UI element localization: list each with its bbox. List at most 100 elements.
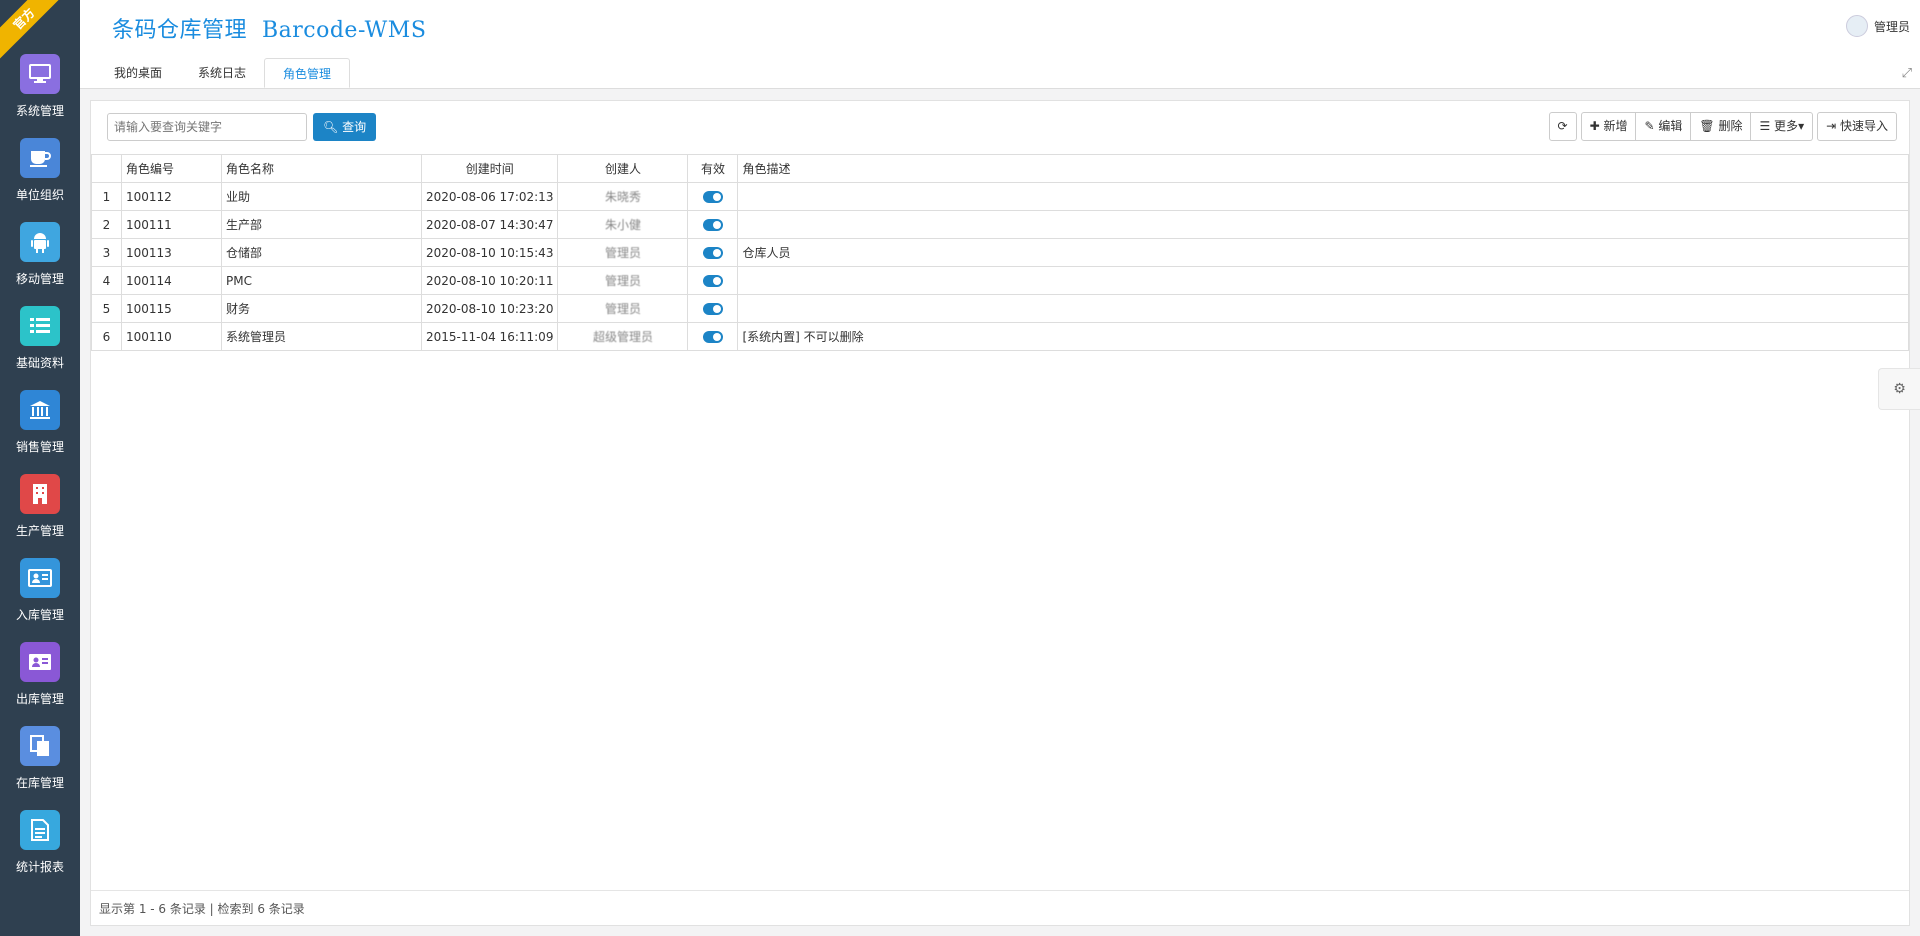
toggle-switch[interactable] — [702, 331, 723, 343]
valid-toggle — [687, 210, 739, 239]
sidebar-item-stock[interactable]: 在库管理 — [0, 726, 80, 810]
table-header: 角色编号 角色名称 创建时间 创建人 有效 角色描述 — [91, 154, 1909, 183]
list-icon — [20, 306, 60, 346]
id-card-icon — [20, 558, 60, 598]
caret-down-icon: ▾ — [1798, 119, 1805, 133]
tab-desktop[interactable]: 我的桌面 — [96, 58, 180, 88]
more-button-label: 更多 — [1774, 119, 1799, 133]
sidebar-item-inbound[interactable]: 入库管理 — [0, 558, 80, 642]
toggle-switch[interactable] — [702, 191, 723, 203]
sidebar-item-label: 在库管理 — [15, 776, 64, 790]
creator: 管理员 — [557, 294, 689, 323]
sidebar-item-label: 生产管理 — [15, 524, 64, 538]
sidebar-item-outbound[interactable]: 出库管理 — [0, 642, 80, 726]
add-button-label: 新增 — [1603, 119, 1628, 133]
add-button[interactable]: ✚ 新增 — [1580, 112, 1637, 141]
app-title: 条码仓库管理 Barcode-WMS — [112, 18, 427, 43]
search-input[interactable] — [107, 113, 307, 141]
table-row[interactable]: 6 100110 系统管理员 2015-11-04 16:11:09 超级管理员 [系统内… — [91, 322, 1909, 351]
table-row[interactable]: 2 100111 生产部 2020-08-07 14:30:47 朱小健 — [91, 210, 1909, 239]
delete-button[interactable]: 🗑︎ 删除 — [1691, 112, 1752, 141]
pagination-info: 显示第 1 - 6 条记录 | 检索到 6 条记录 — [99, 902, 305, 916]
role-code: 100110 — [121, 322, 222, 351]
fullscreen-icon[interactable]: ⤢ — [1902, 66, 1912, 81]
search-icon: 🔍︎ — [323, 120, 339, 134]
creator: 管理员 — [557, 266, 689, 295]
sidebar-item-label: 出库管理 — [15, 692, 64, 706]
tab-role-management[interactable]: 角色管理 — [264, 58, 351, 88]
row-index: 2 — [91, 210, 122, 239]
divider — [80, 88, 1920, 89]
delete-button-label: 删除 — [1718, 119, 1743, 133]
sidebar-item-system[interactable]: 系统管理 — [0, 54, 80, 138]
user-menu[interactable]: 管理员 — [1845, 15, 1910, 37]
content-panel: 🔍︎ 查询 ⟳ ✚ 新增 ✎ 编辑 🗑︎ 删除 ☰ 更多▾ ⇥ 快速导入 角色编… — [90, 100, 1910, 926]
column-header-valid[interactable]: 有效 — [687, 154, 739, 183]
table-row[interactable]: 5 100115 财务 2020-08-10 10:23:20 管理员 — [91, 294, 1909, 323]
role-table: 角色编号 角色名称 创建时间 创建人 有效 角色描述 1 100112 业助 2020… — [91, 154, 1909, 351]
edit-icon: ✎ — [1644, 119, 1655, 133]
valid-toggle — [687, 294, 739, 323]
more-button[interactable]: ☰ 更多▾ — [1751, 112, 1814, 141]
toggle-switch[interactable] — [702, 219, 723, 231]
table-row[interactable]: 3 100113 仓储部 2020-08-10 10:15:43 管理员 仓库人员 — [91, 238, 1909, 267]
official-ribbon: 官方 — [0, 0, 68, 63]
role-code: 100115 — [121, 294, 222, 323]
sidebar-item-production[interactable]: 生产管理 — [0, 474, 80, 558]
row-index: 5 — [91, 294, 122, 323]
sidebar-item-report[interactable]: 统计报表 — [0, 810, 80, 894]
column-header-time[interactable]: 创建时间 — [420, 154, 559, 183]
row-index: 3 — [91, 238, 122, 267]
toggle-switch[interactable] — [702, 247, 723, 259]
role-name: 业助 — [221, 182, 422, 211]
tab-bar: 我的桌面 系统日志 角色管理 — [96, 58, 351, 88]
menu-icon: ☰ — [1759, 119, 1771, 133]
sidebar-item-basic[interactable]: 基础资料 — [0, 306, 80, 390]
gear-icon[interactable]: ⚙ — [1878, 368, 1920, 410]
role-description — [737, 210, 1909, 239]
column-header-code[interactable]: 角色编号 — [121, 154, 222, 183]
avatar — [1845, 15, 1868, 37]
valid-toggle — [687, 322, 739, 351]
edit-button[interactable]: ✎ 编辑 — [1636, 112, 1692, 141]
created-time: 2020-08-10 10:23:20 — [420, 294, 559, 323]
sidebar-item-label: 单位组织 — [15, 188, 64, 202]
header: 条码仓库管理 Barcode-WMS 管理员 我的桌面 系统日志 角色管理 ⤢ — [80, 0, 1920, 88]
role-name: PMC — [221, 266, 422, 295]
android-icon — [20, 222, 60, 262]
valid-toggle — [687, 182, 739, 211]
toggle-switch[interactable] — [702, 275, 723, 287]
monitor-icon — [20, 54, 60, 94]
search-button[interactable]: 🔍︎ 查询 — [313, 113, 377, 141]
sidebar-item-mobile[interactable]: 移动管理 — [0, 222, 80, 306]
role-name: 仓储部 — [221, 238, 422, 267]
sidebar-item-org[interactable]: 单位组织 — [0, 138, 80, 222]
column-header-name[interactable]: 角色名称 — [221, 154, 422, 183]
refresh-button[interactable]: ⟳ — [1548, 112, 1577, 141]
plus-icon: ✚ — [1589, 119, 1600, 133]
toggle-switch[interactable] — [702, 303, 723, 315]
role-description — [737, 294, 1909, 323]
sidebar-item-label: 统计报表 — [15, 860, 64, 874]
creator: 超级管理员 — [557, 322, 689, 351]
table-row[interactable]: 4 100114 PMC 2020-08-10 10:20:11 管理员 — [91, 266, 1909, 295]
column-header-desc[interactable]: 角色描述 — [737, 154, 1909, 183]
column-header-creator[interactable]: 创建人 — [557, 154, 689, 183]
creator: 朱晓秀 — [557, 182, 689, 211]
building-icon — [20, 474, 60, 514]
search-button-label: 查询 — [342, 120, 367, 134]
trash-icon: 🗑︎ — [1699, 119, 1715, 133]
role-name: 财务 — [221, 294, 422, 323]
sidebar-item-sales[interactable]: 销售管理 — [0, 390, 80, 474]
tab-system-log[interactable]: 系统日志 — [180, 58, 264, 88]
edit-button-label: 编辑 — [1658, 119, 1683, 133]
creator: 管理员 — [557, 238, 689, 267]
role-code: 100114 — [121, 266, 222, 295]
row-index: 6 — [91, 322, 122, 351]
created-time: 2020-08-10 10:20:11 — [420, 266, 559, 295]
table-row[interactable]: 1 100112 业助 2020-08-06 17:02:13 朱晓秀 — [91, 182, 1909, 211]
divider — [91, 890, 1909, 891]
role-code: 100113 — [121, 238, 222, 267]
quick-import-button[interactable]: ⇥ 快速导入 — [1817, 112, 1897, 141]
sidebar-item-label: 基础资料 — [15, 356, 64, 370]
